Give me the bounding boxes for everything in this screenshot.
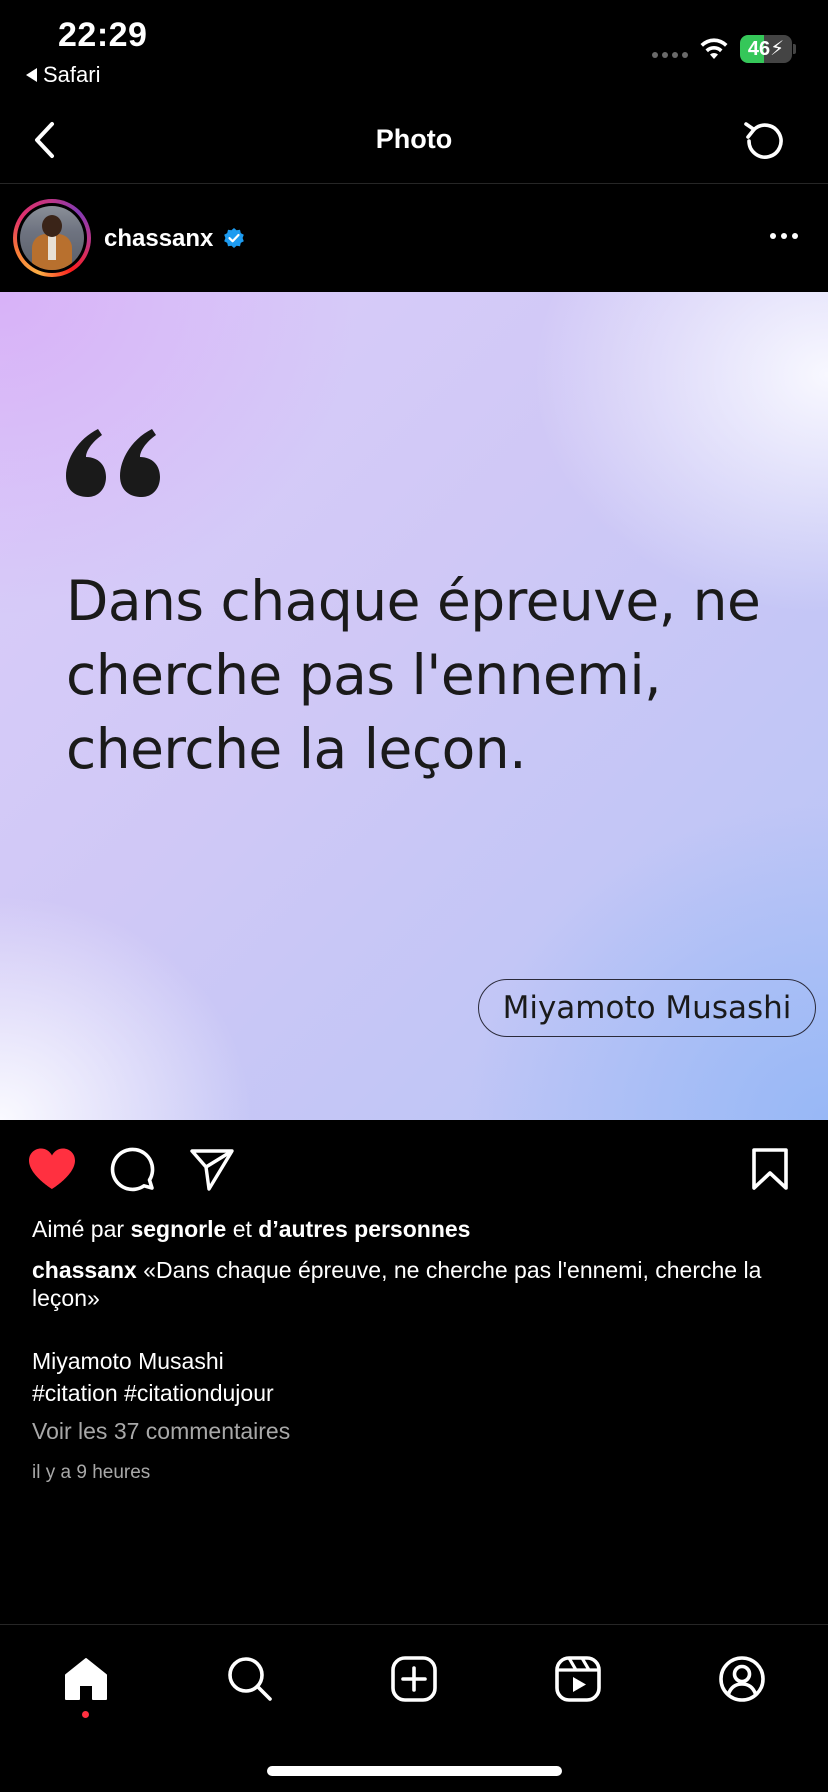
comment-icon [110, 1147, 155, 1192]
post-username[interactable]: chassanx [104, 225, 213, 253]
tab-home[interactable] [56, 1649, 116, 1709]
back-triangle-icon [26, 68, 37, 82]
avatar-story-ring[interactable] [13, 199, 91, 277]
home-icon [65, 1658, 107, 1700]
caption-hashtags[interactable]: #citation #citationdujour [32, 1380, 274, 1407]
refresh-button[interactable] [736, 114, 790, 168]
search-icon [228, 1657, 272, 1701]
comment-button[interactable] [106, 1142, 160, 1196]
tab-profile[interactable] [712, 1649, 772, 1709]
page-title: Photo [375, 124, 453, 154]
tab-reels[interactable] [548, 1649, 608, 1709]
caption-text: «Dans chaque épreuve, ne cherche pas l'e… [32, 1257, 762, 1311]
status-time: 22:29 [58, 16, 148, 54]
likes-others-link[interactable]: d’autres personnes [258, 1216, 470, 1242]
caption: chassanx «Dans chaque épreuve, ne cherch… [32, 1256, 792, 1312]
post-timestamp: il y a 9 heures [32, 1462, 151, 1483]
avatar [20, 206, 84, 270]
likes-user-link[interactable]: segnorle [130, 1216, 226, 1242]
create-icon [391, 1656, 437, 1702]
reels-icon [555, 1656, 601, 1702]
back-to-app-link[interactable]: Safari [26, 62, 100, 88]
refresh-icon [744, 122, 783, 159]
view-comments-link[interactable]: Voir les 37 commentaires [32, 1418, 290, 1445]
likes-summary[interactable]: Aimé par segnorle et d’autres personnes [32, 1216, 470, 1243]
battery-tip [793, 44, 796, 54]
verified-badge-icon [224, 228, 244, 248]
save-button[interactable] [743, 1142, 797, 1196]
cellular-signal-icon [652, 52, 688, 58]
bookmark-icon [752, 1148, 788, 1190]
like-button[interactable] [25, 1142, 79, 1196]
share-button[interactable] [185, 1142, 239, 1196]
post-actions [0, 1120, 828, 1216]
profile-icon [719, 1656, 765, 1702]
battery-indicator: 46⚡ [740, 35, 792, 63]
quote-mark-icon [66, 429, 160, 497]
battery-level: 46⚡ [747, 38, 785, 60]
tab-search[interactable] [220, 1649, 280, 1709]
tab-create[interactable] [384, 1649, 444, 1709]
caption-username[interactable]: chassanx [32, 1257, 137, 1283]
quote-text: Dans chaque épreuve, ne cherche pas l'en… [66, 569, 761, 781]
likes-prefix: Aimé par [32, 1216, 131, 1242]
post-image[interactable]: Dans chaque épreuve, ne cherche pas l'en… [0, 292, 828, 1120]
quote-author-pill: Miyamoto Musashi [478, 979, 816, 1037]
likes-middle: et [226, 1216, 259, 1242]
status-bar: 22:29 Safari 46⚡ [0, 0, 828, 100]
home-active-dot [82, 1711, 89, 1718]
home-indicator[interactable] [267, 1766, 562, 1776]
wifi-icon [700, 38, 728, 59]
heart-filled-icon [29, 1148, 75, 1189]
post-header: chassanx [0, 185, 828, 292]
caption-author-line: Miyamoto Musashi [32, 1348, 224, 1374]
back-app-label: Safari [43, 62, 101, 87]
more-options-button[interactable] [764, 221, 804, 251]
nav-header: Photo [0, 100, 828, 184]
send-icon [190, 1149, 234, 1191]
